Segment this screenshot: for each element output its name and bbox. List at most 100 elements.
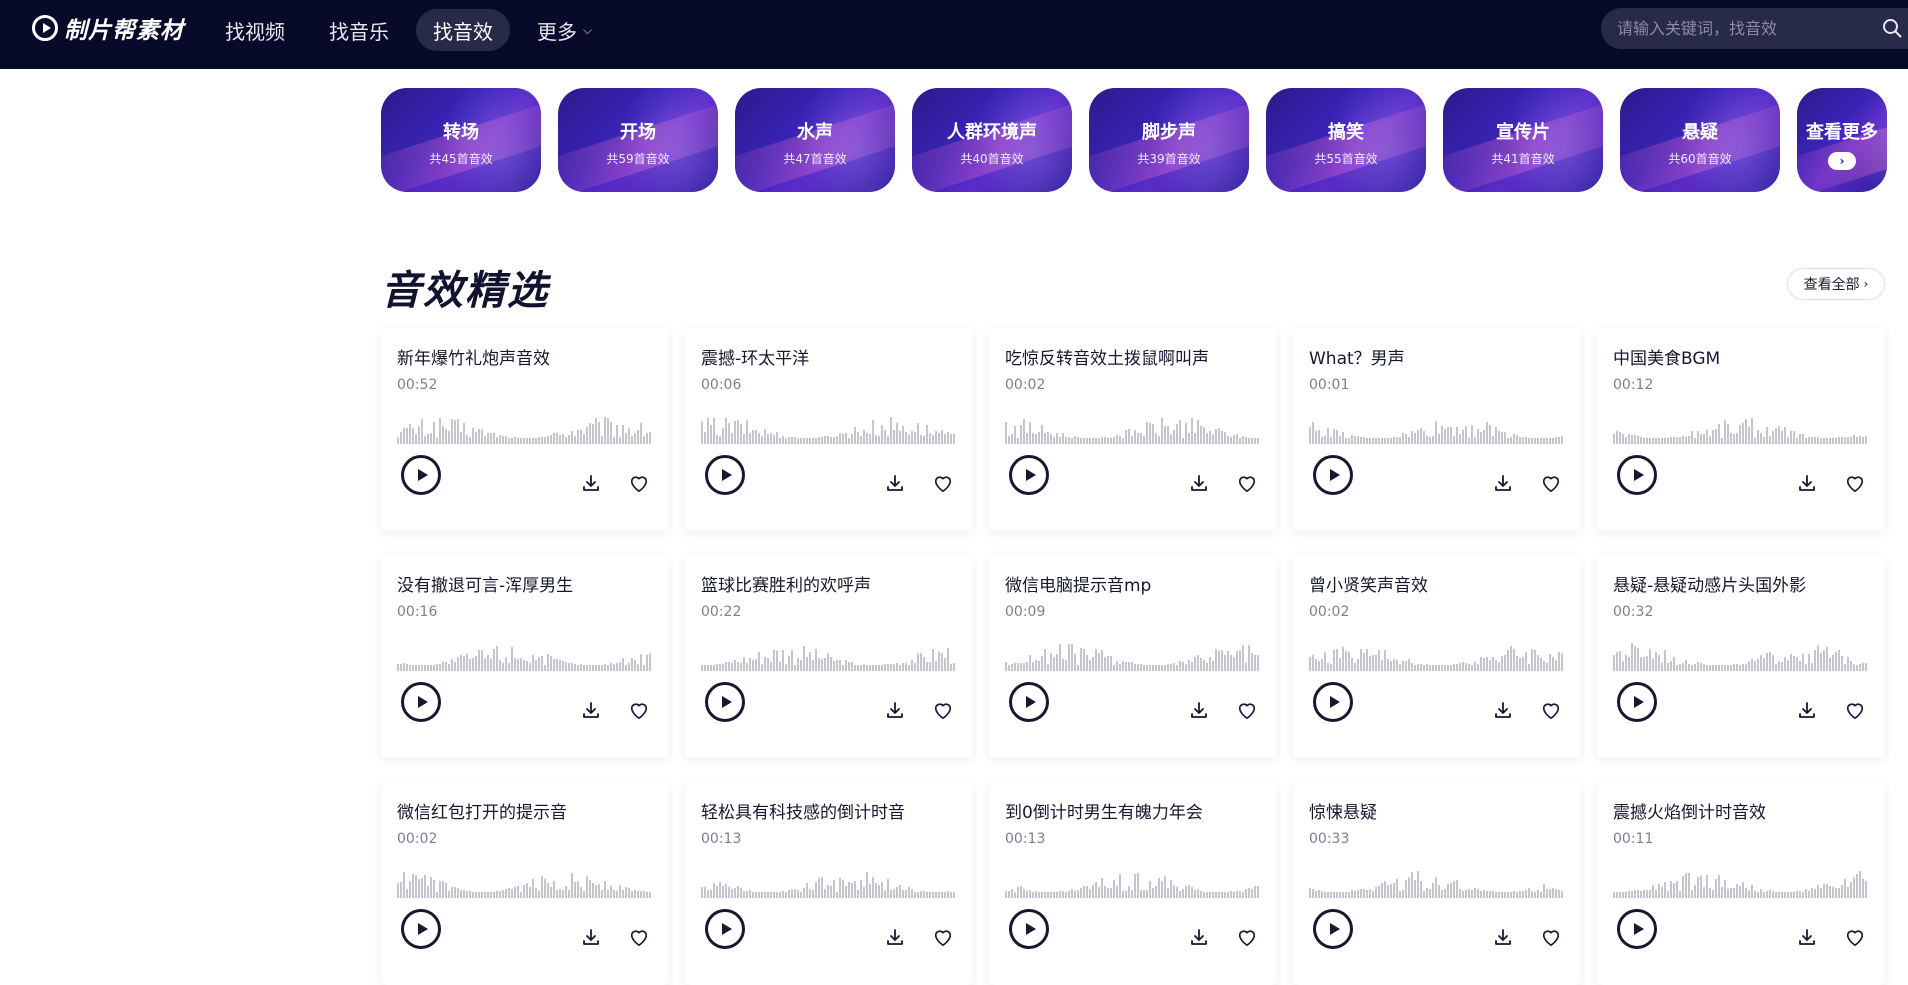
play-button[interactable] — [1313, 909, 1353, 949]
heart-icon[interactable] — [628, 700, 650, 720]
waveform[interactable] — [1613, 862, 1869, 898]
waveform-bar — [1408, 659, 1410, 671]
sound-card[interactable]: 震撼-环太平洋 00:06 — [685, 328, 973, 531]
waveform[interactable] — [1309, 408, 1565, 444]
play-button[interactable] — [705, 455, 745, 495]
waveform[interactable] — [701, 408, 957, 444]
heart-icon[interactable] — [1844, 700, 1866, 720]
heart-icon[interactable] — [1540, 700, 1562, 720]
category-card[interactable]: 悬疑 共60首音效 — [1620, 88, 1780, 192]
sound-card[interactable]: 篮球比赛胜利的欢呼声 00:22 — [685, 555, 973, 758]
waveform-bar — [1131, 890, 1133, 898]
download-icon[interactable] — [1797, 473, 1817, 493]
play-button[interactable] — [1617, 909, 1657, 949]
play-button[interactable] — [705, 909, 745, 949]
download-icon[interactable] — [581, 927, 601, 947]
sound-card[interactable]: 微信红包打开的提示音 00:02 — [381, 782, 669, 985]
category-card[interactable]: 水声 共47首音效 — [735, 88, 895, 192]
nav-item-video[interactable]: 找视频 — [208, 9, 302, 51]
play-button[interactable] — [1313, 682, 1353, 722]
waveform[interactable] — [1005, 635, 1261, 671]
waveform-bar — [418, 426, 420, 444]
heart-icon[interactable] — [1540, 473, 1562, 493]
play-button[interactable] — [401, 455, 441, 495]
download-icon[interactable] — [581, 473, 601, 493]
play-button[interactable] — [401, 682, 441, 722]
waveform[interactable] — [1613, 635, 1869, 671]
sound-card[interactable]: 微信电脑提示音mp 00:09 — [989, 555, 1277, 758]
waveform[interactable] — [397, 408, 653, 444]
waveform-bar — [1480, 432, 1482, 444]
sound-card[interactable]: 曾小贤笑声音效 00:02 — [1293, 555, 1581, 758]
sound-card[interactable]: 到0倒计时男生有魄力年会 00:13 — [989, 782, 1277, 985]
category-card[interactable]: 宣传片 共41首音效 — [1443, 88, 1603, 192]
download-icon[interactable] — [1189, 473, 1209, 493]
waveform[interactable] — [397, 635, 653, 671]
play-button[interactable] — [1617, 682, 1657, 722]
category-card[interactable]: 搞笑 共55首音效 — [1266, 88, 1426, 192]
heart-icon[interactable] — [1236, 927, 1258, 947]
waveform[interactable] — [1005, 862, 1261, 898]
category-card[interactable]: 转场 共45首音效 — [381, 88, 541, 192]
nav-item-music[interactable]: 找音乐 — [312, 9, 406, 51]
heart-icon[interactable] — [1844, 473, 1866, 493]
waveform[interactable] — [397, 862, 653, 898]
download-icon[interactable] — [885, 700, 905, 720]
logo[interactable]: 制片帮素材 — [32, 14, 184, 44]
download-icon[interactable] — [1493, 473, 1513, 493]
heart-icon[interactable] — [628, 927, 650, 947]
search-icon[interactable] — [1882, 18, 1902, 38]
waveform-bar — [1444, 429, 1446, 444]
heart-icon[interactable] — [1236, 473, 1258, 493]
view-all-button[interactable]: 查看全部 › — [1787, 268, 1885, 300]
waveform[interactable] — [1005, 408, 1261, 444]
sound-card[interactable]: 新年爆竹礼炮声音效 00:52 — [381, 328, 669, 531]
category-card[interactable]: 人群环境声 共40首音效 — [912, 88, 1072, 192]
download-icon[interactable] — [1189, 700, 1209, 720]
download-icon[interactable] — [1797, 927, 1817, 947]
sound-card[interactable]: What？男声 00:01 — [1293, 328, 1581, 531]
play-button[interactable] — [1009, 455, 1049, 495]
sound-card[interactable]: 震撼火焰倒计时音效 00:11 — [1597, 782, 1885, 985]
play-button[interactable] — [401, 909, 441, 949]
play-button[interactable] — [1617, 455, 1657, 495]
download-icon[interactable] — [1797, 700, 1817, 720]
download-icon[interactable] — [1189, 927, 1209, 947]
heart-icon[interactable] — [628, 473, 650, 493]
view-more-categories[interactable]: 查看更多 › — [1797, 88, 1887, 192]
search-input[interactable] — [1617, 19, 1877, 38]
download-icon[interactable] — [1493, 700, 1513, 720]
waveform-bar — [1805, 438, 1807, 444]
waveform[interactable] — [1309, 862, 1565, 898]
waveform[interactable] — [1613, 408, 1869, 444]
heart-icon[interactable] — [1844, 927, 1866, 947]
sound-card[interactable]: 没有撤退可言-浑厚男生 00:16 — [381, 555, 669, 758]
download-icon[interactable] — [581, 700, 601, 720]
waveform-bar — [779, 662, 781, 671]
download-icon[interactable] — [885, 927, 905, 947]
download-icon[interactable] — [885, 473, 905, 493]
sound-card[interactable]: 惊悚悬疑 00:33 — [1293, 782, 1581, 985]
sound-card[interactable]: 吃惊反转音效土拨鼠啊叫声 00:02 — [989, 328, 1277, 531]
play-button[interactable] — [705, 682, 745, 722]
heart-icon[interactable] — [1540, 927, 1562, 947]
play-button[interactable] — [1009, 909, 1049, 949]
heart-icon[interactable] — [932, 700, 954, 720]
play-button[interactable] — [1009, 682, 1049, 722]
play-button[interactable] — [1313, 455, 1353, 495]
heart-icon[interactable] — [932, 927, 954, 947]
sound-card[interactable]: 轻松具有科技感的倒计时音 00:13 — [685, 782, 973, 985]
waveform-bar — [1552, 657, 1554, 671]
heart-icon[interactable] — [1236, 700, 1258, 720]
category-card[interactable]: 脚步声 共39首音效 — [1089, 88, 1249, 192]
waveform[interactable] — [701, 862, 957, 898]
nav-item-sound-effects[interactable]: 找音效 — [416, 9, 510, 51]
sound-card[interactable]: 中国美食BGM 00:12 — [1597, 328, 1885, 531]
sound-card[interactable]: 悬疑-悬疑动感片头国外影 00:32 — [1597, 555, 1885, 758]
waveform[interactable] — [1309, 635, 1565, 671]
heart-icon[interactable] — [932, 473, 954, 493]
waveform[interactable] — [701, 635, 957, 671]
category-card[interactable]: 开场 共59首音效 — [558, 88, 718, 192]
nav-item-more[interactable]: 更多 ⌵ — [520, 9, 609, 51]
download-icon[interactable] — [1493, 927, 1513, 947]
